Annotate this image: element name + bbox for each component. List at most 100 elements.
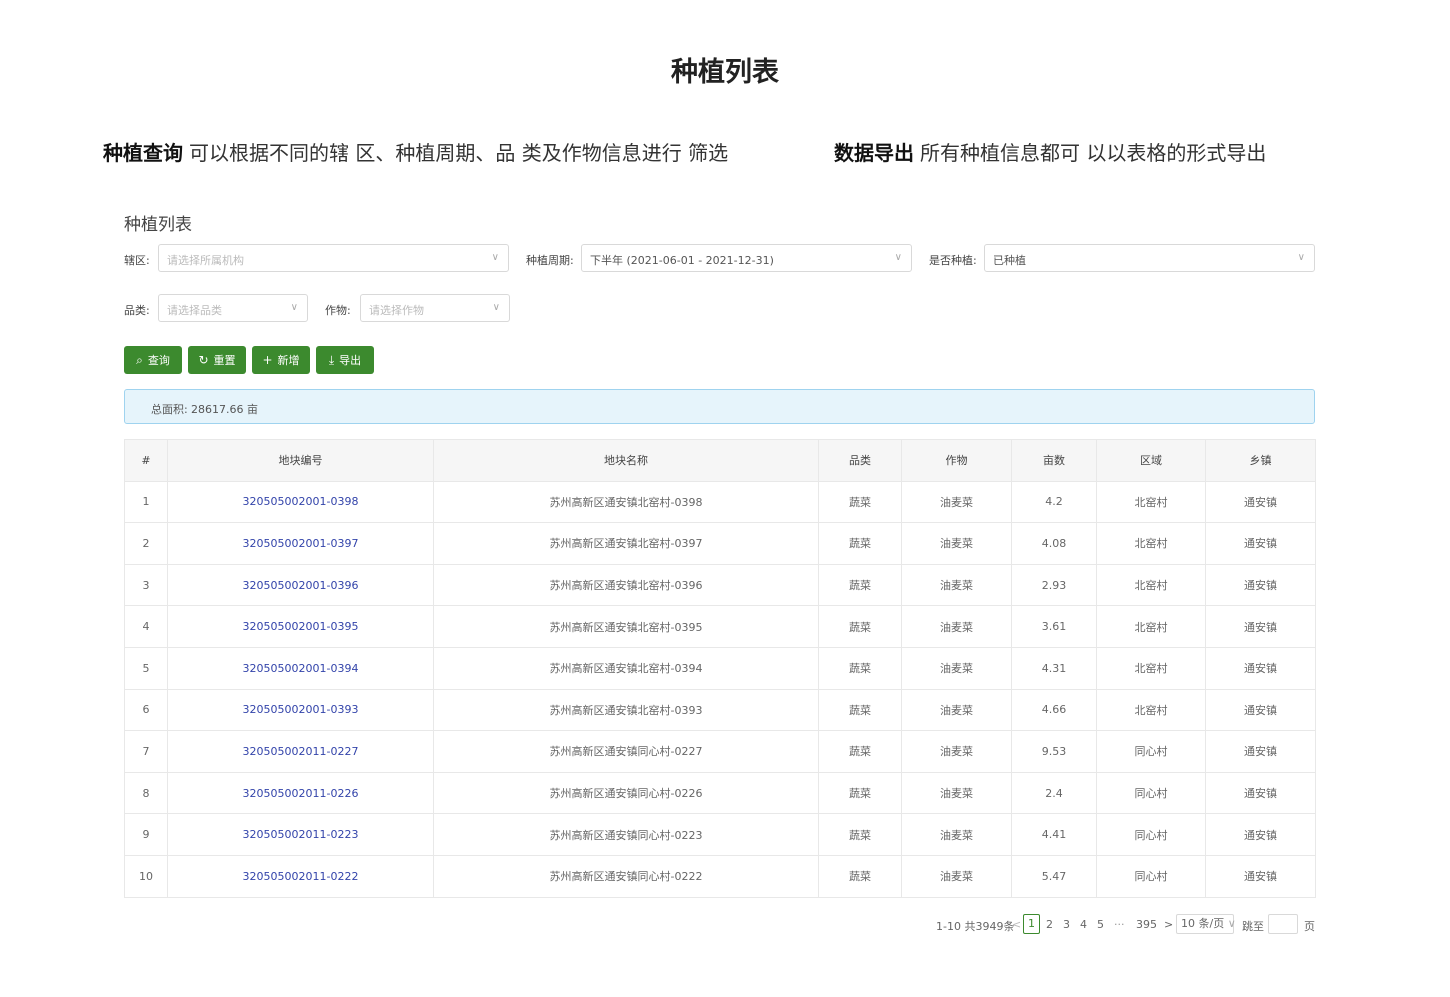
town-cell: 通安镇	[1205, 563, 1316, 607]
town-cell: 通安镇	[1205, 854, 1316, 898]
region-cell: 北窑村	[1096, 563, 1206, 607]
reset-button-label: 重置	[213, 354, 236, 367]
period-label: 种植周期:	[526, 254, 574, 267]
prev-page-button[interactable]: <	[1012, 918, 1021, 931]
plot-name: 苏州高新区通安镇北窑村-0395	[433, 605, 819, 648]
planting-table: # 地块编号 地块名称 品类 作物 亩数 区域 乡镇 1 32050500200…	[124, 439, 1316, 898]
plot-code-link[interactable]: 320505002001-0394	[167, 646, 434, 690]
intro-query: 种植查询 可以根据不同的辖 区、种植周期、品 类及作物信息进行 筛选	[103, 137, 728, 166]
column-header[interactable]: 品类	[818, 439, 902, 482]
category-cell: 蔬菜	[818, 563, 902, 607]
column-header[interactable]: #	[124, 439, 168, 482]
table-row[interactable]: 8 320505002011-0226 苏州高新区通安镇同心村-0226 蔬菜 …	[124, 771, 1316, 815]
intro-export: 数据导出 所有种植信息都可 以以表格的形式导出	[834, 137, 1266, 166]
district-select[interactable]: 请选择所属机构 ∨	[158, 244, 509, 272]
planted-select[interactable]: 已种植 ∨	[984, 244, 1315, 272]
table-row[interactable]: 4 320505002001-0395 苏州高新区通安镇北窑村-0395 蔬菜 …	[124, 605, 1316, 648]
next-page-button[interactable]: >	[1164, 918, 1173, 931]
table-row[interactable]: 3 320505002001-0396 苏州高新区通安镇北窑村-0396 蔬菜 …	[124, 563, 1316, 607]
total-area-value: 28617.66 亩	[191, 403, 258, 416]
table-row[interactable]: 2 320505002001-0397 苏州高新区通安镇北窑村-0397 蔬菜 …	[124, 522, 1316, 565]
crop-label: 作物:	[325, 304, 351, 317]
column-header[interactable]: 乡镇	[1205, 439, 1316, 482]
intro-query-text: 可以根据不同的辖 区、种植周期、品 类及作物信息进行 筛选	[189, 141, 729, 165]
page-3-button[interactable]: 3	[1063, 918, 1070, 931]
category-select[interactable]: 请选择品类 ∨	[158, 294, 308, 322]
plot-code-link[interactable]: 320505002011-0226	[167, 771, 434, 815]
plot-code-link[interactable]: 320505002011-0223	[167, 813, 434, 856]
last-page-button[interactable]: 395	[1136, 918, 1157, 931]
column-header[interactable]: 地块名称	[433, 439, 819, 482]
category-cell: 蔬菜	[818, 605, 902, 648]
plot-code-link[interactable]: 320505002011-0222	[167, 854, 434, 898]
table-row[interactable]: 9 320505002011-0223 苏州高新区通安镇同心村-0223 蔬菜 …	[124, 813, 1316, 856]
table-header-row: # 地块编号 地块名称 品类 作物 亩数 区域 乡镇	[124, 439, 1316, 482]
region-cell: 北窑村	[1096, 605, 1206, 648]
plot-code-link[interactable]: 320505002001-0397	[167, 522, 434, 565]
column-header[interactable]: 区域	[1096, 439, 1206, 482]
crop-placeholder: 请选择作物	[369, 304, 424, 317]
region-cell: 同心村	[1096, 813, 1206, 856]
query-button[interactable]: ⌕ 查询	[124, 346, 182, 374]
intro-query-title: 种植查询	[103, 141, 183, 165]
row-index: 8	[124, 771, 168, 815]
page-4-button[interactable]: 4	[1080, 918, 1087, 931]
planted-value: 已种植	[993, 254, 1026, 267]
chevron-down-icon: ∨	[491, 252, 499, 263]
area-cell: 2.4	[1011, 771, 1097, 815]
plot-code-link[interactable]: 320505002001-0395	[167, 605, 434, 648]
area-cell: 3.61	[1011, 605, 1097, 648]
page-2-button[interactable]: 2	[1046, 918, 1053, 931]
add-button[interactable]: + 新增	[252, 346, 310, 374]
crop-cell: 油麦菜	[901, 854, 1012, 898]
page-5-button[interactable]: 5	[1097, 918, 1104, 931]
column-header[interactable]: 作物	[901, 439, 1012, 482]
town-cell: 通安镇	[1205, 730, 1316, 773]
district-placeholder: 请选择所属机构	[167, 254, 244, 267]
table-row[interactable]: 10 320505002011-0222 苏州高新区通安镇同心村-0222 蔬菜…	[124, 854, 1316, 898]
plot-code-link[interactable]: 320505002011-0227	[167, 730, 434, 773]
town-cell: 通安镇	[1205, 688, 1316, 732]
plot-name: 苏州高新区通安镇北窑村-0393	[433, 688, 819, 732]
column-header[interactable]: 亩数	[1011, 439, 1097, 482]
plus-icon: +	[262, 353, 273, 367]
intro-export-title: 数据导出	[834, 141, 914, 165]
table-row[interactable]: 5 320505002001-0394 苏州高新区通安镇北窑村-0394 蔬菜 …	[124, 646, 1316, 690]
category-cell: 蔬菜	[818, 771, 902, 815]
row-index: 2	[124, 522, 168, 565]
page-size-select[interactable]: 10 条/页 ∨	[1176, 914, 1236, 934]
planting-list-panel: 种植列表 辖区: 请选择所属机构 ∨ 种植周期: 下半年 (2021-06-01…	[104, 190, 1334, 950]
plot-code-link[interactable]: 320505002001-0396	[167, 563, 434, 607]
reset-button[interactable]: ↻ 重置	[188, 346, 246, 374]
plot-name: 苏州高新区通安镇北窑村-0398	[433, 480, 819, 524]
row-index: 7	[124, 730, 168, 773]
town-cell: 通安镇	[1205, 480, 1316, 524]
column-header[interactable]: 地块编号	[167, 439, 434, 482]
table-row[interactable]: 7 320505002011-0227 苏州高新区通安镇同心村-0227 蔬菜 …	[124, 730, 1316, 773]
more-pages-ellipsis[interactable]: ···	[1114, 918, 1125, 931]
plot-code-link[interactable]: 320505002001-0398	[167, 480, 434, 524]
table-row[interactable]: 6 320505002001-0393 苏州高新区通安镇北窑村-0393 蔬菜 …	[124, 688, 1316, 732]
category-cell: 蔬菜	[818, 730, 902, 773]
category-cell: 蔬菜	[818, 688, 902, 732]
search-icon: ⌕	[136, 352, 143, 367]
page-size-value: 10 条/页	[1181, 917, 1225, 930]
period-select[interactable]: 下半年 (2021-06-01 - 2021-12-31) ∨	[581, 244, 912, 272]
plot-code-link[interactable]: 320505002001-0393	[167, 688, 434, 732]
area-cell: 5.47	[1011, 854, 1097, 898]
category-placeholder: 请选择品类	[167, 304, 222, 317]
jump-page-input[interactable]	[1268, 914, 1298, 934]
plot-name: 苏州高新区通安镇同心村-0227	[433, 730, 819, 773]
crop-cell: 油麦菜	[901, 730, 1012, 773]
row-index: 4	[124, 605, 168, 648]
district-label: 辖区:	[124, 254, 150, 267]
download-icon: ⤓	[328, 352, 335, 367]
crop-select[interactable]: 请选择作物 ∨	[360, 294, 510, 322]
table-row[interactable]: 1 320505002001-0398 苏州高新区通安镇北窑村-0398 蔬菜 …	[124, 480, 1316, 524]
export-button[interactable]: ⤓ 导出	[316, 346, 374, 374]
town-cell: 通安镇	[1205, 522, 1316, 565]
pagination: 1-10 共3949条 < 1 2 3 4 5 ··· 395 > 10 条/页…	[934, 914, 1315, 936]
area-cell: 4.31	[1011, 646, 1097, 690]
add-button-label: 新增	[277, 354, 300, 367]
page-1-button[interactable]: 1	[1023, 914, 1040, 934]
